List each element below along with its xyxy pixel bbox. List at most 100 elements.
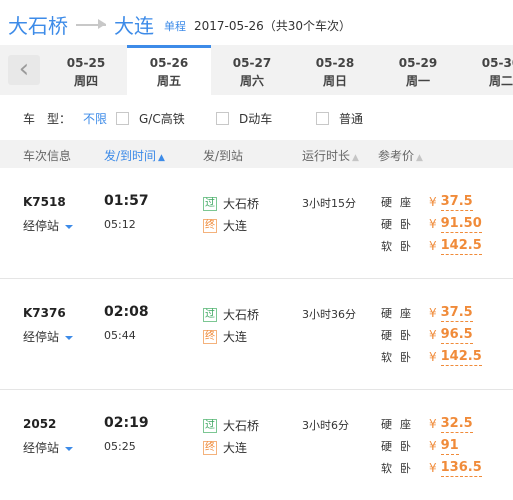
route-arrow-icon <box>76 18 106 30</box>
arrive-time: 05:25 <box>104 440 136 453</box>
station-name: 大石桥 <box>223 197 260 211</box>
arrive-time: 05:12 <box>104 218 136 231</box>
price-line: 硬座 ¥32.5 <box>381 415 473 433</box>
col-duration-sort[interactable]: 运行时长 ▲ <box>302 147 359 164</box>
depart-time: 02:19 <box>104 415 149 431</box>
from-city: 大石桥 <box>8 13 68 38</box>
trip-summary: 2017-05-26（共30个车次） <box>194 19 352 33</box>
date-strip: ‹ 05-25 周四 05-26 周五 05-27 周六 05-28 周日 05… <box>0 45 513 95</box>
col-time-sort[interactable]: 发/到时间 ▲ <box>104 147 165 164</box>
stops-label: 经停站 <box>23 441 60 455</box>
date-tab[interactable]: 05-30 周二 <box>459 45 513 95</box>
price-amount[interactable]: 91.50 <box>440 216 482 233</box>
terminal-badge: 终 <box>203 218 217 233</box>
seat-type: 硬卧 <box>381 218 419 231</box>
train-row[interactable]: 2052 经停站 02:19 05:25 过大石桥 终大连 3小时6分 硬座 ¥3… <box>0 390 513 500</box>
sort-icon: ▲ <box>352 153 359 163</box>
duration: 3小时15分 <box>302 197 356 210</box>
seat-type: 硬座 <box>381 196 419 209</box>
terminal-badge: 终 <box>203 440 217 455</box>
filter-option-normal[interactable]: 普通 <box>316 110 363 127</box>
date-tab[interactable]: 05-27 周六 <box>210 45 294 95</box>
checkbox[interactable] <box>116 112 129 125</box>
seat-type: 软卧 <box>381 462 419 475</box>
duration: 3小时36分 <box>302 308 356 321</box>
filter-option-d[interactable]: D动车 <box>216 110 272 127</box>
col-train-info: 车次信息 <box>23 149 72 163</box>
date-tab-weekday: 周五 <box>156 74 181 88</box>
arrive-time: 05:44 <box>104 329 136 342</box>
currency: ¥ <box>429 328 437 342</box>
col-station: 发/到站 <box>203 149 244 163</box>
caret-down-icon <box>65 224 74 229</box>
date-tab-weekday: 周一 <box>405 74 430 88</box>
train-row[interactable]: K7376 经停站 02:08 05:44 过大石桥 终大连 3小时36分 硬座… <box>0 279 513 390</box>
stops-toggle[interactable]: 经停站 <box>23 328 74 345</box>
train-number: 2052 <box>23 417 57 431</box>
currency: ¥ <box>429 461 437 475</box>
date-tab-date: 05-28 <box>315 56 355 70</box>
date-tab-date: 05-27 <box>232 56 272 70</box>
price-line: 硬卧 ¥91 <box>381 437 459 455</box>
price-line: 软卧 ¥142.5 <box>381 348 482 366</box>
currency: ¥ <box>429 195 437 209</box>
table-header: 车次信息 发/到时间 ▲ 发/到站 运行时长 ▲ 参考价 ▲ <box>0 140 513 168</box>
col-duration-label: 运行时长 <box>302 149 351 163</box>
caret-down-icon <box>65 335 74 340</box>
to-city: 大连 <box>114 13 154 38</box>
depart-time: 02:08 <box>104 304 149 320</box>
price-amount[interactable]: 37.5 <box>440 194 473 211</box>
sort-up-icon: ▲ <box>158 153 165 163</box>
price-line: 硬座 ¥37.5 <box>381 304 473 322</box>
station-name: 大连 <box>223 219 248 233</box>
date-tab[interactable]: 05-29 周一 <box>376 45 460 95</box>
currency: ¥ <box>429 239 437 253</box>
arrive-station: 终大连 <box>203 439 247 456</box>
price-line: 硬卧 ¥96.5 <box>381 326 473 344</box>
col-price-sort[interactable]: 参考价 ▲ <box>378 147 423 164</box>
price-line: 软卧 ¥136.5 <box>381 459 482 477</box>
train-row[interactable]: K7518 经停站 01:57 05:12 过大石桥 终大连 3小时15分 硬座… <box>0 168 513 279</box>
currency: ¥ <box>429 439 437 453</box>
pass-badge: 过 <box>203 418 217 433</box>
col-price-label: 参考价 <box>378 149 415 163</box>
train-number: K7376 <box>23 306 66 320</box>
checkbox[interactable] <box>316 112 329 125</box>
date-tab[interactable]: 05-25 周四 <box>44 45 128 95</box>
price-amount[interactable]: 32.5 <box>440 416 473 433</box>
checkbox[interactable] <box>216 112 229 125</box>
filter-option-label: 普通 <box>339 112 364 126</box>
price-amount[interactable]: 142.5 <box>440 238 482 255</box>
date-tab-weekday: 周日 <box>322 74 347 88</box>
filter-any-option[interactable]: 不限 <box>83 110 107 127</box>
station-name: 大连 <box>223 441 248 455</box>
seat-type: 硬卧 <box>381 440 419 453</box>
depart-station: 过大石桥 <box>203 306 259 323</box>
price-line: 硬卧 ¥91.50 <box>381 215 482 233</box>
stops-label: 经停站 <box>23 330 60 344</box>
station-name: 大连 <box>223 330 248 344</box>
currency: ¥ <box>429 217 437 231</box>
stops-toggle[interactable]: 经停站 <box>23 439 74 456</box>
date-tab-date: 05-25 <box>66 56 106 70</box>
price-amount[interactable]: 96.5 <box>440 327 473 344</box>
filter-option-label: G/C高铁 <box>139 112 185 126</box>
price-amount[interactable]: 91 <box>440 438 459 455</box>
chevron-left-icon: ‹ <box>18 54 30 84</box>
prev-dates-button[interactable]: ‹ <box>8 55 40 85</box>
date-tab-weekday: 周二 <box>488 74 513 88</box>
price-line: 软卧 ¥142.5 <box>381 237 482 255</box>
price-amount[interactable]: 142.5 <box>440 349 482 366</box>
filter-option-gc[interactable]: G/C高铁 <box>116 110 185 127</box>
train-type-filter: 车 型： 不限 G/C高铁 D动车 普通 <box>23 110 363 127</box>
stops-toggle[interactable]: 经停站 <box>23 217 74 234</box>
pass-badge: 过 <box>203 196 217 211</box>
price-amount[interactable]: 136.5 <box>440 460 482 477</box>
terminal-badge: 终 <box>203 329 217 344</box>
date-tab[interactable]: 05-28 周日 <box>293 45 377 95</box>
depart-time: 01:57 <box>104 193 149 209</box>
date-tab-active[interactable]: 05-26 周五 <box>127 45 211 95</box>
price-amount[interactable]: 37.5 <box>440 305 473 322</box>
seat-type: 硬座 <box>381 307 419 320</box>
duration: 3小时6分 <box>302 419 349 432</box>
